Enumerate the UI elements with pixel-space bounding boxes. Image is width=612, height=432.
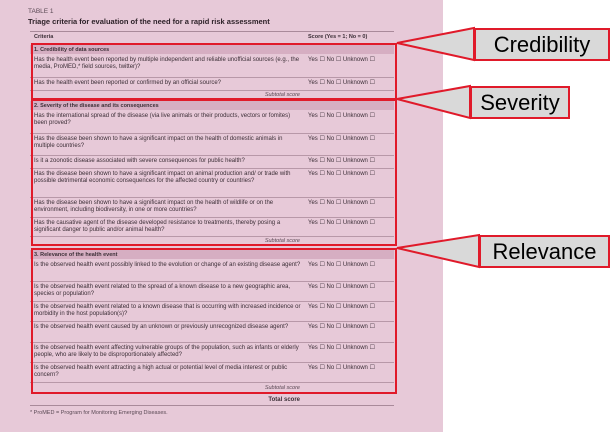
table-title: Triage criteria for evaluation of the ne… xyxy=(28,17,270,26)
severity-callout-label: Severity xyxy=(470,86,570,119)
score-header: Score (Yes = 1; No = 0) xyxy=(308,34,368,40)
credibility-highlight-box xyxy=(31,43,397,100)
relevance-callout-label: Relevance xyxy=(479,235,610,268)
table-label: TABLE 1 xyxy=(28,8,54,15)
credibility-callout-label: Credibility xyxy=(474,28,610,61)
footnote: * ProMED = Program for Monitoring Emergi… xyxy=(30,410,168,416)
table-header: Criteria Score (Yes = 1; No = 0) xyxy=(30,32,394,41)
criteria-header: Criteria xyxy=(34,34,54,40)
total-row: Total score xyxy=(30,396,394,406)
relevance-highlight-box xyxy=(31,248,397,394)
severity-highlight-box xyxy=(31,99,397,246)
